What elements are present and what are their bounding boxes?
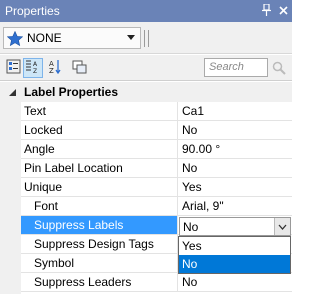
category-label: Label Properties	[24, 85, 119, 99]
star-icon	[6, 30, 24, 46]
object-selector[interactable]: NONE	[3, 27, 141, 49]
property-toolbar: AZ AZ Search	[0, 55, 292, 81]
chevron-down-icon[interactable]	[127, 35, 135, 40]
object-selector-row: NONE	[0, 22, 292, 54]
property-row-text[interactable]: Text Ca1	[21, 102, 292, 121]
suppress-labels-dropdown: Yes No	[178, 236, 291, 274]
property-name: Angle	[21, 140, 178, 158]
property-name: Suppress Labels	[21, 216, 178, 234]
chevron-down-icon[interactable]	[274, 218, 290, 235]
property-row-pin-label-location[interactable]: Pin Label Location No	[21, 159, 292, 178]
combobox-value: No	[183, 219, 199, 234]
property-name: Suppress Leaders	[21, 273, 178, 291]
alphabetical-sort-button[interactable]: AZ	[23, 58, 43, 78]
grid-gutter	[0, 102, 21, 294]
category-header[interactable]: Label Properties	[0, 82, 292, 102]
panel-title: Properties	[5, 4, 60, 18]
dropdown-option-yes[interactable]: Yes	[179, 237, 290, 255]
alphabetical-sort-icon: AZ	[25, 59, 41, 77]
property-name: Symbol	[21, 254, 178, 272]
pin-icon[interactable]	[261, 3, 272, 17]
property-name: Unique	[21, 178, 178, 196]
property-row-font[interactable]: Font Arial, 9"	[21, 197, 292, 216]
svg-text:A: A	[33, 61, 38, 68]
property-value[interactable]: No	[178, 159, 292, 177]
suppress-labels-combobox[interactable]: No	[179, 217, 291, 236]
property-name: Text	[21, 102, 178, 120]
property-value[interactable]: Yes	[178, 178, 292, 196]
property-pages-icon	[72, 60, 87, 77]
search-input[interactable]: Search	[204, 58, 268, 77]
property-value[interactable]: No	[178, 273, 292, 291]
toolbar-grip[interactable]	[144, 30, 149, 47]
alphabetical-order-button[interactable]: AZ	[45, 58, 65, 78]
panel-titlebar: Properties	[0, 0, 292, 22]
property-row-angle[interactable]: Angle 90.00 °	[21, 140, 292, 159]
svg-text:Z: Z	[33, 68, 37, 74]
dropdown-option-no[interactable]: No	[179, 255, 290, 273]
categorized-view-icon	[6, 59, 21, 77]
property-name: Pin Label Location	[21, 159, 178, 177]
property-pages-button[interactable]	[69, 58, 89, 78]
categorized-view-button[interactable]	[3, 58, 23, 78]
search-icon[interactable]	[270, 59, 288, 77]
sort-arrow-icon: AZ	[49, 59, 61, 77]
property-row-suppress-leaders[interactable]: Suppress Leaders No	[21, 273, 292, 292]
property-value[interactable]: Ca1	[178, 102, 292, 120]
property-value[interactable]: Arial, 9"	[178, 197, 292, 215]
property-row-locked[interactable]: Locked No	[21, 121, 292, 140]
svg-text:Z: Z	[49, 67, 54, 74]
close-icon[interactable]	[278, 3, 289, 17]
property-value[interactable]: 90.00 °	[178, 140, 292, 158]
object-selector-value: NONE	[27, 31, 62, 45]
property-name: Locked	[21, 121, 178, 139]
property-value[interactable]: No	[178, 121, 292, 139]
property-name: Suppress Design Tags	[21, 235, 178, 253]
property-row-unique[interactable]: Unique Yes	[21, 178, 292, 197]
property-name: Font	[21, 197, 178, 215]
collapse-icon[interactable]	[6, 86, 18, 98]
